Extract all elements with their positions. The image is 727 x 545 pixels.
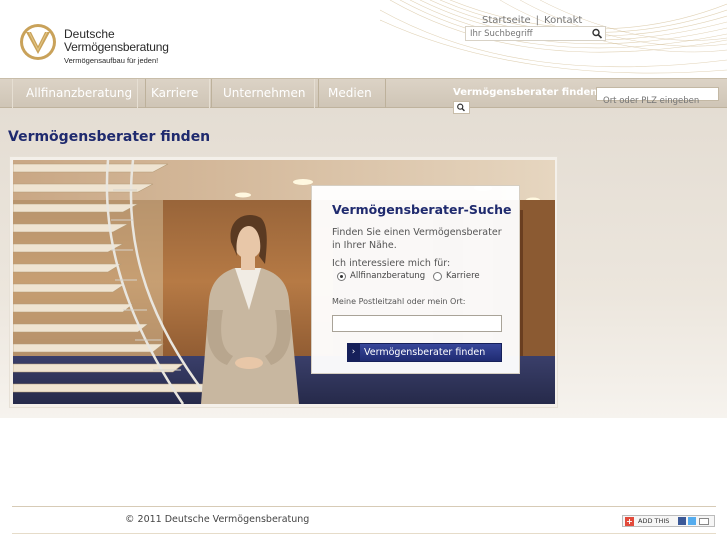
main-navigation: Allfinanzberatung Karriere Unternehmen M… <box>0 78 727 108</box>
radio-allfinanzberatung[interactable] <box>337 272 346 281</box>
home-link[interactable]: Startseite <box>482 15 531 26</box>
addthis-share-button[interactable]: + ADD THIS <box>622 515 715 527</box>
top-links-separator: | <box>535 15 540 26</box>
logo-tagline: Vermögensaufbau für jeden! <box>64 56 159 65</box>
email-icon <box>699 518 709 525</box>
interest-label: Ich interessiere mich für: <box>332 258 451 269</box>
plus-icon: + <box>625 517 634 526</box>
chevron-right-icon: › <box>347 343 360 362</box>
advisor-search-panel: Vermögensberater-Suche Finden Sie einen … <box>311 185 520 374</box>
radio-label-allfinanzberatung[interactable]: Allfinanzberatung <box>350 271 425 281</box>
nav-find-advisor-field <box>596 87 719 107</box>
plz-input[interactable] <box>333 321 501 337</box>
advisor-search-description: Finden Sie einen Vermögensberater in Ihr… <box>332 227 502 251</box>
site-search-input[interactable] <box>470 27 588 40</box>
nav-find-advisor-input[interactable] <box>597 95 718 107</box>
logo-name-line2: Vermögensberatung <box>64 40 169 54</box>
addthis-label: ADD THIS <box>638 517 670 525</box>
find-advisor-button[interactable]: › Vermögensberater finden <box>347 343 502 362</box>
facebook-icon <box>678 517 686 525</box>
site-search <box>465 26 606 41</box>
header: Deutsche Vermögensberatung Vermögensaufb… <box>0 0 727 78</box>
company-logo[interactable]: Deutsche Vermögensberatung Vermögensaufb… <box>18 22 178 68</box>
search-icon <box>457 103 465 112</box>
page-title: Vermögensberater finden <box>8 129 211 145</box>
nav-item-karriere[interactable]: Karriere <box>137 79 213 108</box>
nav-find-advisor-button[interactable] <box>453 101 470 114</box>
logo-name-line1: Deutsche <box>64 27 115 41</box>
copyright-text: © 2011 Deutsche Vermögensberatung <box>125 514 310 525</box>
search-icon[interactable] <box>591 28 603 39</box>
plz-label: Meine Postleitzahl oder mein Ort: <box>332 297 466 306</box>
footer-divider-bottom <box>12 533 716 534</box>
twitter-icon <box>688 517 696 525</box>
plz-field <box>332 315 502 337</box>
nav-item-medien[interactable]: Medien <box>314 79 386 108</box>
nav-item-allfinanzberatung[interactable]: Allfinanzberatung <box>12 79 147 108</box>
advisor-search-title: Vermögensberater-Suche <box>332 202 512 217</box>
find-advisor-button-label: Vermögensberater finden <box>364 347 486 358</box>
radio-label-karriere[interactable]: Karriere <box>446 271 480 281</box>
contact-link[interactable]: Kontakt <box>544 15 582 26</box>
nav-item-unternehmen[interactable]: Unternehmen <box>209 79 320 108</box>
nav-find-advisor-label: Vermögensberater finden <box>453 87 598 98</box>
footer-divider-top <box>12 506 716 507</box>
radio-karriere[interactable] <box>433 272 442 281</box>
top-links: Startseite | Kontakt <box>482 15 582 26</box>
logo-mark-icon <box>20 24 56 60</box>
